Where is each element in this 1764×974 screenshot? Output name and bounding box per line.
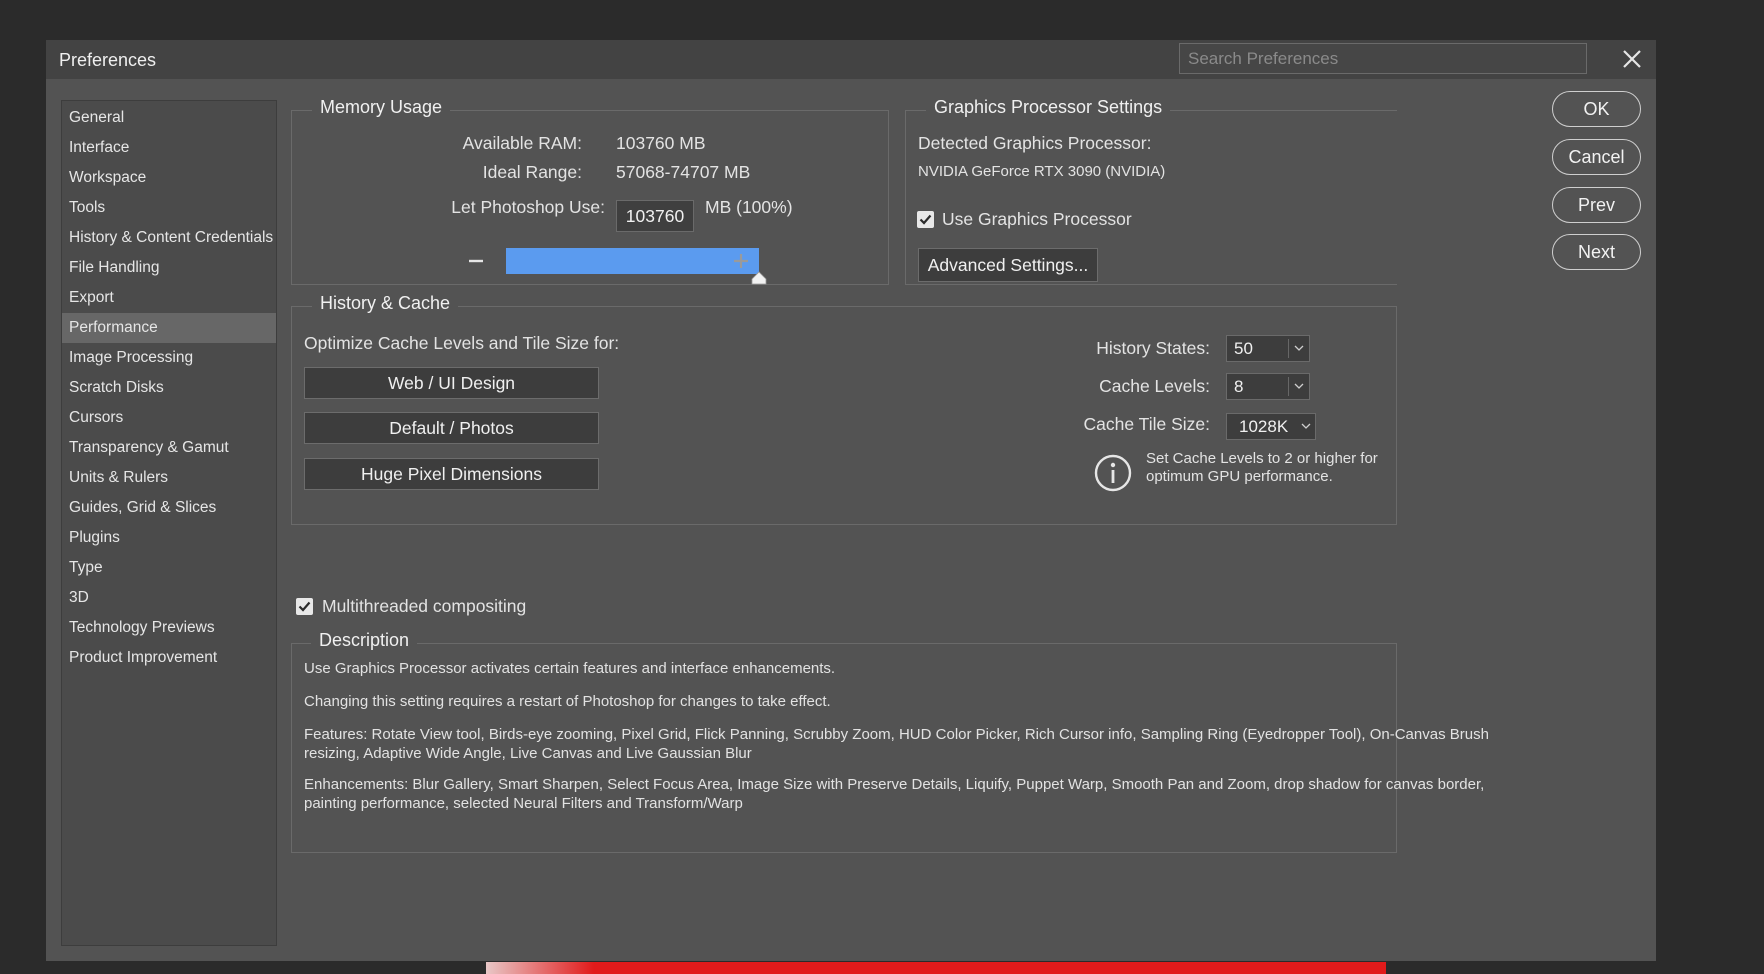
prev-button[interactable]: Prev xyxy=(1552,187,1641,223)
cache-tile-size-label: Cache Tile Size: xyxy=(1083,414,1210,434)
cache-levels-value: 8 xyxy=(1234,377,1244,396)
minus-icon[interactable] xyxy=(467,252,485,270)
cache-levels-select[interactable]: 8 xyxy=(1226,373,1310,400)
cache-levels-label: Cache Levels: xyxy=(1099,376,1210,396)
title-bar: Preferences xyxy=(46,40,1656,79)
use-gpu-checkbox[interactable] xyxy=(917,211,934,228)
web-ui-design-button[interactable]: Web / UI Design xyxy=(304,367,599,399)
sidebar-item-tools[interactable]: Tools xyxy=(62,193,276,223)
use-gpu-label: Use Graphics Processor xyxy=(942,209,1132,229)
history-cache-legend: History & Cache xyxy=(312,293,459,314)
description-text: Enhancements: Blur Gallery, Smart Sharpe… xyxy=(304,776,1485,812)
description-legend: Description xyxy=(311,630,418,651)
memory-usage-input[interactable] xyxy=(616,200,694,232)
cache-tile-size-select[interactable]: 1028K xyxy=(1226,413,1316,440)
history-states-label: History States: xyxy=(1096,338,1210,358)
sidebar-item-technology-previews[interactable]: Technology Previews xyxy=(62,613,276,643)
memory-slider[interactable] xyxy=(506,248,759,274)
checkmark-icon xyxy=(919,214,932,225)
description-text: Changing this setting requires a restart… xyxy=(304,693,831,710)
sidebar-item-export[interactable]: Export xyxy=(62,283,276,313)
multithreaded-compositing-label: Multithreaded compositing xyxy=(322,596,527,616)
history-states-value: 50 xyxy=(1234,339,1253,358)
taskbar-accent xyxy=(486,962,1386,974)
sidebar-item-plugins[interactable]: Plugins xyxy=(62,523,276,553)
advanced-settings-button[interactable]: Advanced Settings... xyxy=(918,248,1098,282)
cancel-button[interactable]: Cancel xyxy=(1552,139,1641,175)
description-text: Features: Rotate View tool, Birds-eye zo… xyxy=(304,726,1489,762)
sidebar-item-workspace[interactable]: Workspace xyxy=(62,163,276,193)
dialog-title: Preferences xyxy=(59,50,157,70)
sidebar-item-transparency-gamut[interactable]: Transparency & Gamut xyxy=(62,433,276,463)
next-button[interactable]: Next xyxy=(1552,234,1641,270)
optimize-label: Optimize Cache Levels and Tile Size for: xyxy=(304,333,620,353)
ideal-range-value: 57068-74707 MB xyxy=(616,162,751,182)
default-photos-button[interactable]: Default / Photos xyxy=(304,412,599,444)
chevron-down-icon xyxy=(1294,383,1304,389)
sidebar-item-file-handling[interactable]: File Handling xyxy=(62,253,276,283)
graphics-processor-panel: Graphics Processor Settings Detected Gra… xyxy=(905,97,1397,285)
available-ram-value: 103760 MB xyxy=(616,133,706,153)
sidebar-item-type[interactable]: Type xyxy=(62,553,276,583)
ok-button[interactable]: OK xyxy=(1552,91,1641,127)
description-text: Use Graphics Processor activates certain… xyxy=(304,660,836,677)
sidebar-item-general[interactable]: General xyxy=(62,103,276,133)
close-icon[interactable] xyxy=(1619,46,1645,72)
plus-icon[interactable] xyxy=(732,252,750,270)
sidebar: General Interface Workspace Tools History & … xyxy=(61,100,277,946)
cache-info-text: Set Cache Levels to 2 or higher for opti… xyxy=(1146,450,1378,485)
preferences-dialog: Preferences GeneralInterfaceWorkspaceToo… xyxy=(46,40,1656,961)
memory-slider-fill xyxy=(506,248,759,274)
detected-gpu-label: Detected Graphics Processor: xyxy=(918,133,1152,153)
let-photoshop-use-label: Let Photoshop Use: xyxy=(451,197,605,217)
info-icon xyxy=(1094,454,1132,492)
history-cache-panel: History & Cache Optimize Cache Levels an… xyxy=(291,293,1397,525)
slider-handle-icon[interactable] xyxy=(751,271,767,285)
available-ram-label: Available RAM: xyxy=(462,133,582,153)
detected-gpu-value: NVIDIA GeForce RTX 3090 (NVIDIA) xyxy=(918,163,1166,180)
ideal-range-label: Ideal Range: xyxy=(482,162,582,182)
multithreaded-compositing-checkbox[interactable] xyxy=(296,598,313,615)
sidebar-item-scratch-disks[interactable]: Scratch Disks xyxy=(62,373,276,403)
chevron-down-icon xyxy=(1301,423,1311,429)
sidebar-item-history-content-credentials[interactable]: History & Content Credentials xyxy=(62,223,276,253)
sidebar-item-guides-grid-slices[interactable]: Guides, Grid & Slices xyxy=(62,493,276,523)
memory-usage-suffix: MB (100%) xyxy=(705,197,793,217)
sidebar-item-cursors[interactable]: Cursors xyxy=(62,403,276,433)
history-states-select[interactable]: 50 xyxy=(1226,335,1310,362)
description-panel: Description Use Graphics Processor activ… xyxy=(291,630,1489,853)
memory-usage-legend: Memory Usage xyxy=(312,97,451,118)
cache-tile-size-value: 1028K xyxy=(1239,417,1289,436)
chevron-down-icon xyxy=(1294,345,1304,351)
sidebar-item-image-processing[interactable]: Image Processing xyxy=(62,343,276,373)
sidebar-item-product-improvement[interactable]: Product Improvement xyxy=(62,643,276,673)
huge-pixel-dimensions-button[interactable]: Huge Pixel Dimensions xyxy=(304,458,599,490)
graphics-processor-legend: Graphics Processor Settings xyxy=(926,97,1171,118)
sidebar-item-interface[interactable]: Interface xyxy=(62,133,276,163)
sidebar-item-performance[interactable]: Performance xyxy=(62,313,276,343)
search-input[interactable] xyxy=(1179,43,1587,74)
sidebar-item-3d[interactable]: 3D xyxy=(62,583,276,613)
checkmark-icon xyxy=(298,601,311,612)
sidebar-item-units-rulers[interactable]: Units & Rulers xyxy=(62,463,276,493)
memory-usage-panel: Memory Usage Available RAM: 103760 MB Id… xyxy=(291,97,889,285)
